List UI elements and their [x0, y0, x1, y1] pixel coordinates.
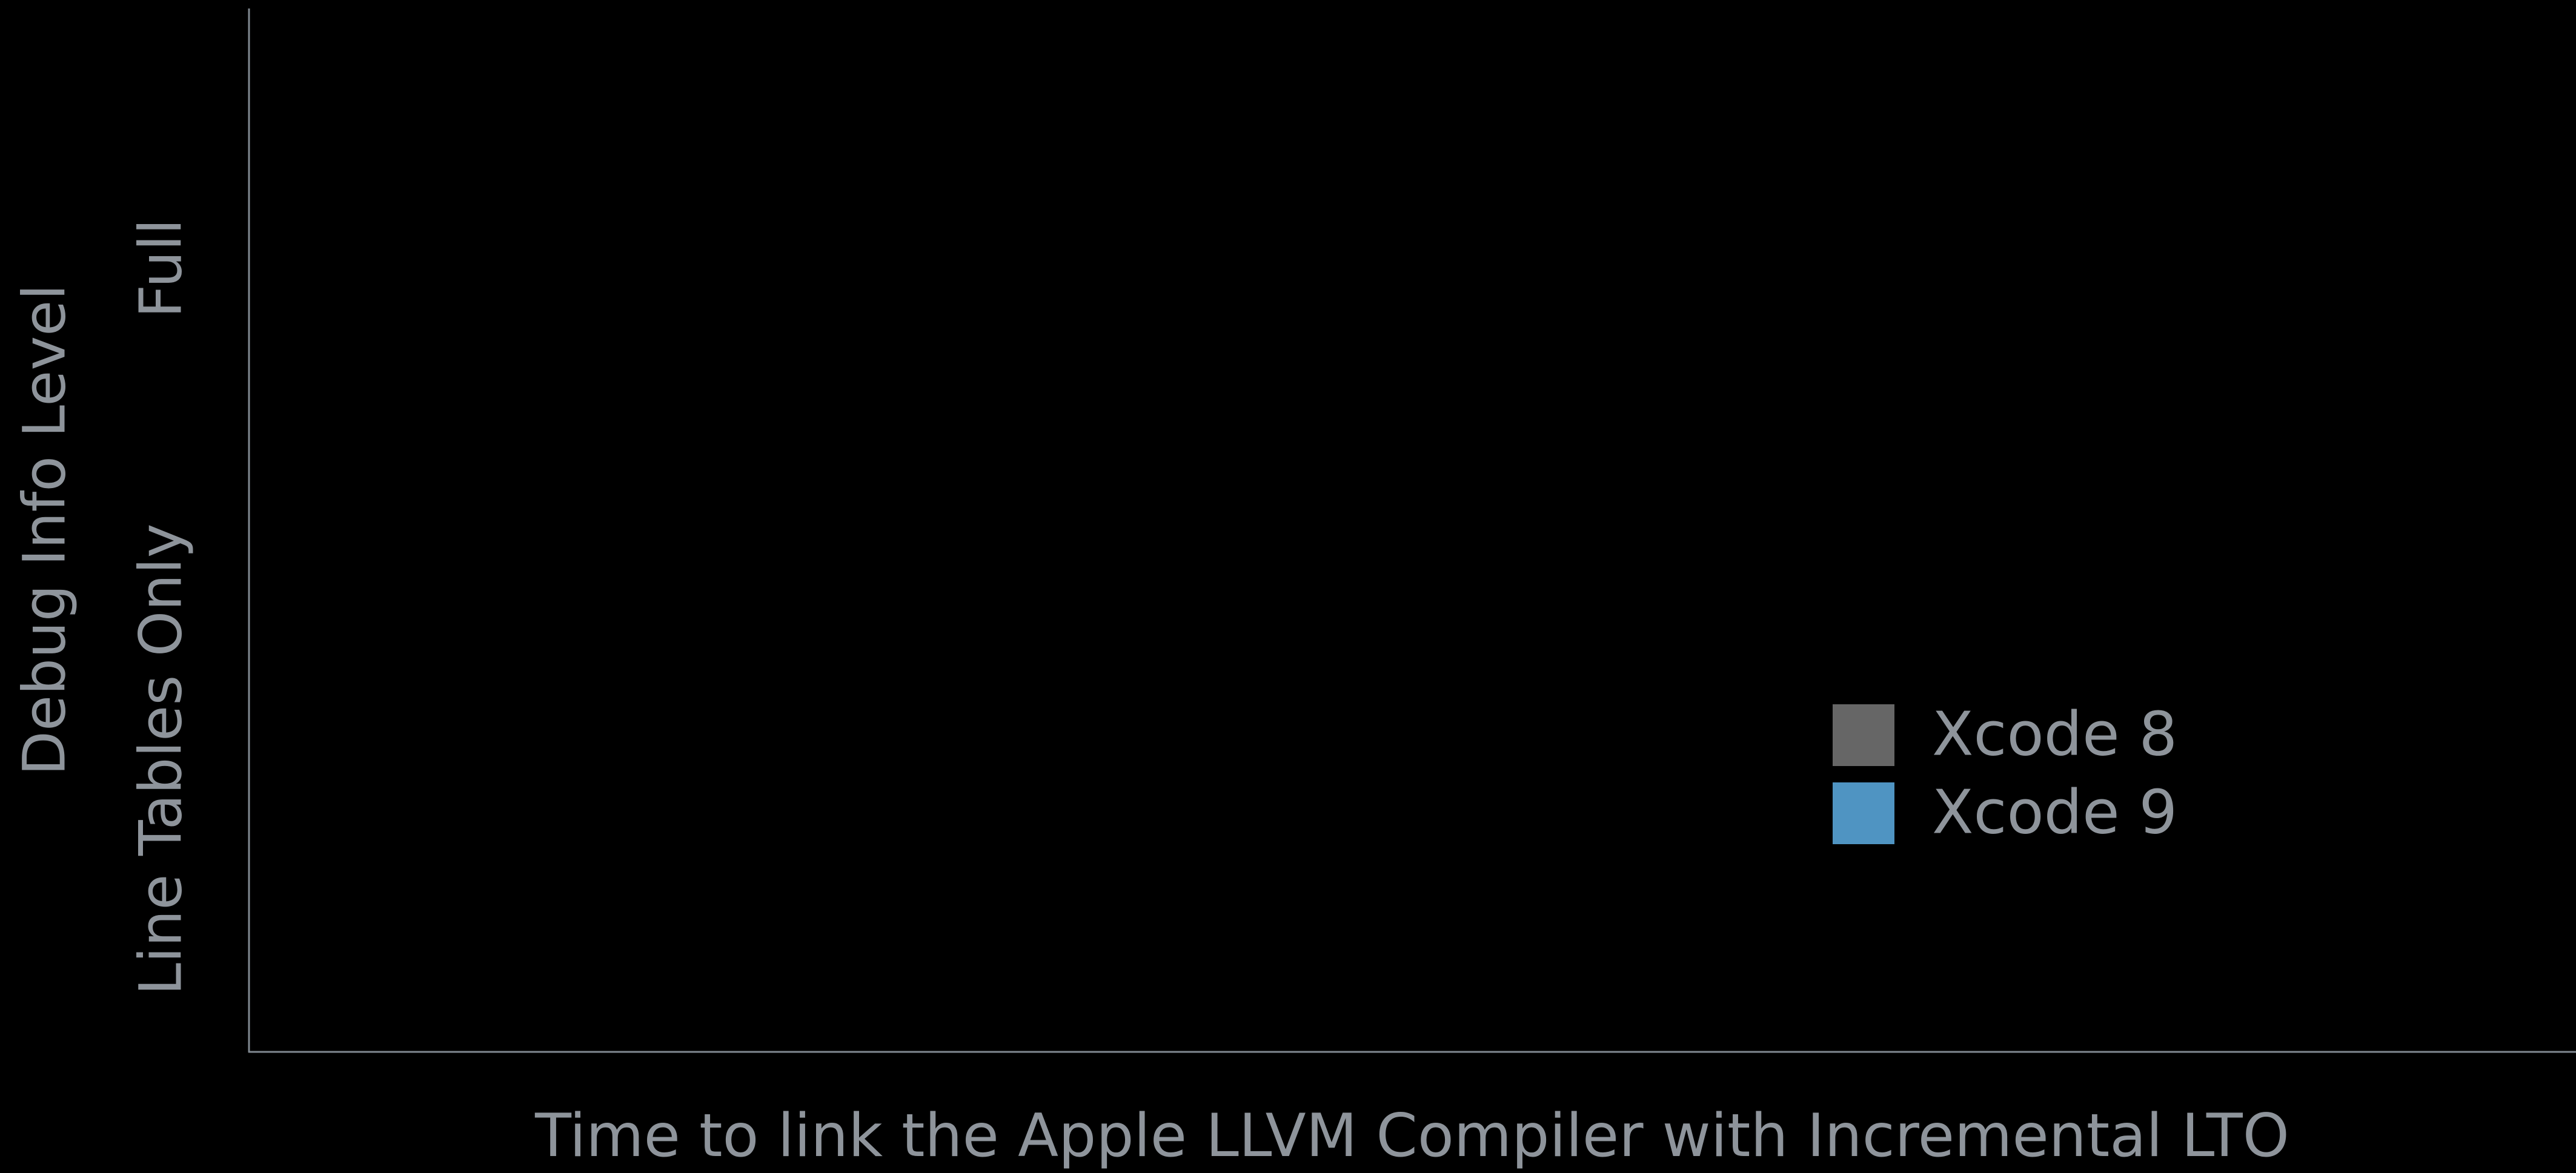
legend-swatch-xcode-8 — [1833, 704, 1894, 766]
legend-label-xcode-8: Xcode 8 — [1932, 698, 2177, 769]
y-tick-label-line-tables-only: Line Tables Only — [127, 523, 194, 995]
chart-background — [0, 0, 2576, 1173]
legend-label-xcode-9: Xcode 9 — [1932, 776, 2177, 847]
chart: Debug Info Level Full Line Tables Only X… — [0, 0, 2576, 1173]
y-axis-title: Debug Info Level — [10, 284, 78, 776]
legend-swatch-xcode-9 — [1833, 782, 1894, 844]
x-axis-title: Time to link the Apple LLVM Compiler wit… — [534, 1102, 2289, 1171]
y-tick-label-full: Full — [127, 219, 194, 318]
